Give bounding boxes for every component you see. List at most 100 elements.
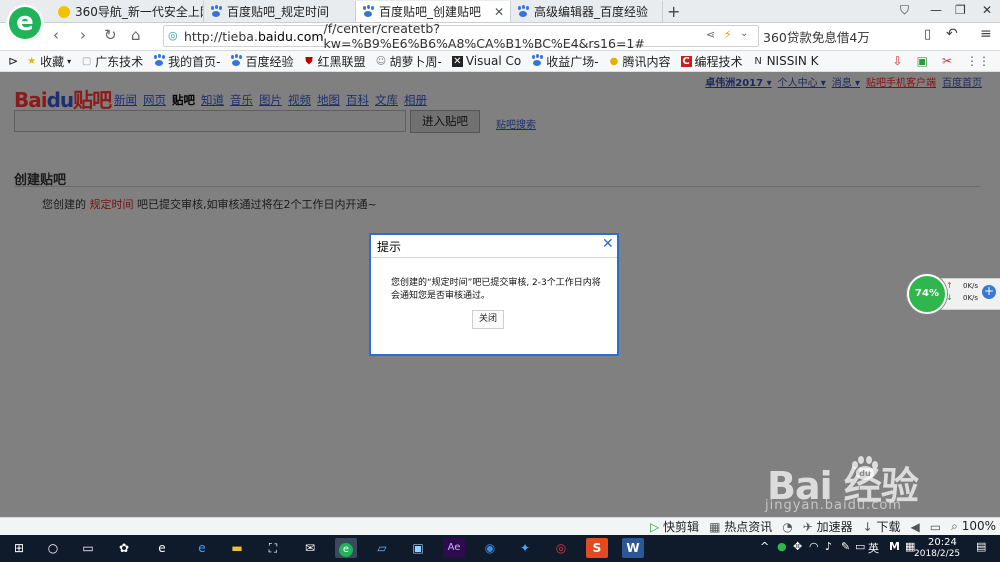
baidu-tieba-logo[interactable]: Baidu贴吧 <box>14 84 112 113</box>
bookmark-item[interactable]: ☺ 胡萝卜周- <box>375 53 442 70</box>
bookmark-item[interactable]: ⛊ 红黑联盟 <box>303 53 365 70</box>
close-icon[interactable]: ✕ <box>602 236 614 252</box>
chevron-down-icon[interactable]: ⌄ <box>740 28 748 39</box>
restore-icon[interactable]: ❐ <box>955 3 966 17</box>
laptop-app-icon[interactable]: ▱ <box>371 538 393 558</box>
memory-usage-ring[interactable]: 74% <box>907 274 947 314</box>
back-icon[interactable]: ‹ <box>53 26 59 44</box>
download-manager-button[interactable]: ↓ 下载 <box>863 518 901 535</box>
bookmark-item[interactable]: C 编程技术 <box>680 53 743 70</box>
bookmarks-toggle-icon[interactable]: ⊳ <box>8 54 18 68</box>
share-icon[interactable]: ⋖ <box>706 28 715 41</box>
store-icon[interactable]: ⛶ <box>262 538 284 558</box>
mail-icon[interactable]: ✉ <box>299 538 321 558</box>
word-icon[interactable]: W <box>622 538 644 558</box>
cortana-icon[interactable]: ○ <box>42 538 64 558</box>
tieba-search-link[interactable]: 贴吧搜索 <box>496 116 536 131</box>
volume-icon[interactable]: ♪ <box>825 540 832 553</box>
layout-icon[interactable]: ▭ <box>930 520 941 534</box>
accelerator-button[interactable]: ✈ 加速器 <box>803 518 853 535</box>
input-language[interactable]: 英 <box>868 540 879 556</box>
forward-icon[interactable]: › <box>80 26 86 44</box>
battery-icon[interactable]: ▭ <box>855 540 865 553</box>
scissors-icon[interactable]: ✂ <box>942 54 952 68</box>
chevron-up-icon[interactable]: ^ <box>760 540 769 553</box>
shirt-icon[interactable]: ⛉ <box>900 3 909 18</box>
globe-app-icon[interactable]: ◉ <box>479 538 501 558</box>
tieba-search-input[interactable] <box>14 110 406 132</box>
clock-date[interactable]: 2018/2/25 <box>914 549 960 559</box>
after-effects-icon[interactable]: Ae <box>443 538 465 558</box>
tab-tieba-create[interactable]: 百度贴吧_创建贴吧 ✕ <box>356 1 511 22</box>
undo-icon[interactable]: ↶ <box>946 26 958 42</box>
phone-icon[interactable]: ▯ <box>924 27 931 42</box>
menu-icon[interactable]: ≡ <box>980 26 992 42</box>
nav-zhidao[interactable]: 知道 <box>201 92 224 108</box>
bookmark-item[interactable]: 我的首页- <box>153 53 220 70</box>
zoom-control[interactable]: ⌕ 100% <box>951 519 996 534</box>
nav-web[interactable]: 网页 <box>143 92 166 108</box>
home-icon[interactable]: ⌂ <box>131 26 141 44</box>
nav-news[interactable]: 新闻 <box>114 92 137 108</box>
nav-images[interactable]: 图片 <box>259 92 282 108</box>
360-browser-taskbar-icon[interactable]: e <box>335 538 357 558</box>
network-icon[interactable]: ◠ <box>809 540 819 553</box>
tab-tieba-guiding[interactable]: 百度贴吧_规定时间 <box>204 1 356 22</box>
sound-icon[interactable]: ◀ <box>911 520 920 534</box>
nav-map[interactable]: 地图 <box>317 92 340 108</box>
tab-jingyan-editor[interactable]: 高级编辑器_百度经验 <box>511 1 663 22</box>
bookmark-item[interactable]: N NISSIN K <box>753 54 818 68</box>
wps-icon[interactable]: S <box>586 538 608 558</box>
bookmark-item[interactable]: ★ 收藏 ▾ <box>26 53 71 70</box>
bookmark-item[interactable]: ● 腾讯内容 <box>609 53 671 70</box>
nav-baike[interactable]: 百科 <box>346 92 369 108</box>
expand-widget-button[interactable]: + <box>982 285 996 299</box>
speed-icon[interactable]: ◔ <box>782 520 792 534</box>
nav-music[interactable]: 音乐 <box>230 92 253 108</box>
bookmark-item[interactable]: ✕ Visual Co <box>451 54 521 68</box>
user-name-link[interactable]: 卓伟洲2017 ▾ <box>705 74 771 89</box>
baidu-home-link[interactable]: 百度首页 <box>942 74 982 89</box>
minimize-icon[interactable]: — <box>930 3 942 17</box>
bookmark-item[interactable]: 收益广场- <box>531 53 599 70</box>
clock-time[interactable]: 20:24 <box>928 537 957 548</box>
download-icon[interactable]: ⇩ <box>893 54 903 68</box>
tab-360-nav[interactable]: 360导航_新一代安全上网导航 <box>52 1 204 22</box>
enter-tieba-button[interactable]: 进入贴吧 <box>410 110 480 133</box>
lightning-icon[interactable]: ⚡ <box>724 28 732 41</box>
video-clip-button[interactable]: ▷ 快剪辑 <box>650 518 699 535</box>
browser-logo-icon[interactable]: e <box>6 4 44 42</box>
remote-desktop-icon[interactable]: ▣ <box>407 538 429 558</box>
forum-name-link[interactable]: 规定时间 <box>90 198 134 211</box>
mobile-client-link[interactable]: 贴吧手机客户端 <box>866 74 936 89</box>
notification-icon[interactable]: ▤ <box>976 540 986 553</box>
file-explorer-icon[interactable]: ▬ <box>226 538 248 558</box>
close-window-icon[interactable]: ✕ <box>982 3 992 17</box>
ie-icon[interactable]: e <box>151 538 173 558</box>
bird-app-icon[interactable]: ✦ <box>514 538 536 558</box>
pen-icon[interactable]: ✎ <box>841 540 850 553</box>
tray-app-icon[interactable]: ✥ <box>793 540 802 553</box>
pinwheel-app-icon[interactable]: ✿ <box>113 538 135 558</box>
refresh-icon[interactable]: ↻ <box>104 26 117 44</box>
edge-icon[interactable]: e <box>191 538 213 558</box>
bookmark-item[interactable]: ▢ 广东技术 <box>81 53 143 70</box>
close-dialog-button[interactable]: 关闭 <box>472 310 504 329</box>
nav-album[interactable]: 相册 <box>404 92 427 108</box>
hot-news-button[interactable]: ▦ 热点资讯 <box>709 518 772 535</box>
nav-wenku[interactable]: 文库 <box>375 92 398 108</box>
ime-mode[interactable]: M <box>889 540 900 553</box>
360-tray-icon[interactable]: ● <box>777 540 787 553</box>
grid-icon[interactable]: ⋮⋮ <box>966 54 990 68</box>
url-input[interactable]: http://tieba. baidu.com/f/center/createtb… <box>163 21 759 51</box>
messages-link[interactable]: 消息 ▾ <box>832 74 860 89</box>
netease-music-icon[interactable]: ◎ <box>550 538 572 558</box>
close-tab-icon[interactable]: ✕ <box>494 5 504 19</box>
nav-video[interactable]: 视频 <box>288 92 311 108</box>
new-tab-button[interactable]: + <box>667 2 680 21</box>
windows-start-icon[interactable]: ⊞ <box>8 538 30 558</box>
task-view-icon[interactable]: ▭ <box>77 538 99 558</box>
bookmark-item[interactable]: 百度经验 <box>230 53 293 70</box>
search-input[interactable]: 360贷款免息借4万 <box>763 25 913 47</box>
translate-icon[interactable]: ▣ <box>917 54 928 68</box>
